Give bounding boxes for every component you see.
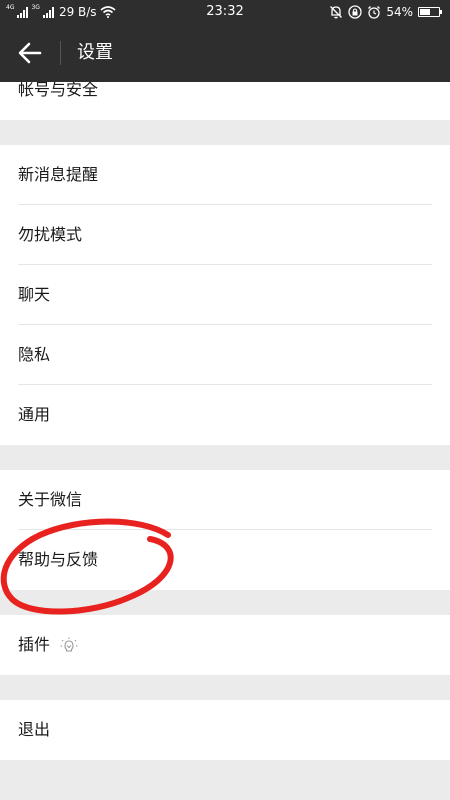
settings-item-label: 通用 (18, 405, 51, 424)
bulb-icon (60, 637, 78, 652)
settings-item-logout[interactable]: 退出 (0, 700, 450, 760)
mute-bell-icon (330, 6, 343, 19)
group-general-settings: 新消息提醒 勿扰模式 聊天 隐私 通用 (0, 145, 450, 445)
group-logout: 退出 (0, 700, 450, 760)
settings-item-label: 退出 (18, 720, 51, 739)
status-bar: 4G 3G 29 B/s 23:32 54% (0, 0, 450, 24)
rotation-lock-icon (348, 5, 362, 19)
settings-item-new-message-notifications[interactable]: 新消息提醒 (0, 145, 450, 205)
alarm-icon (368, 6, 381, 19)
battery-percent: 54% (386, 5, 413, 19)
settings-item-chat[interactable]: 聊天 (0, 265, 450, 325)
settings-item-label: 帮助与反馈 (18, 550, 99, 569)
settings-item-plugins[interactable]: 插件 (0, 615, 450, 675)
arrow-left-icon (18, 42, 42, 64)
settings-item-account-security[interactable]: 帐号与安全 (0, 82, 450, 120)
title-bar: 设置 (0, 24, 450, 82)
back-button[interactable] (8, 33, 52, 73)
settings-item-help-feedback[interactable]: 帮助与反馈 (0, 530, 450, 590)
battery-icon (418, 7, 442, 17)
settings-screen: 4G 3G 29 B/s 23:32 54% 设置 帐号与安全 新消息提醒 勿扰… (0, 0, 450, 800)
battery-fill (420, 9, 430, 15)
settings-item-privacy[interactable]: 隐私 (0, 325, 450, 385)
settings-item-label: 隐私 (18, 345, 51, 364)
settings-item-do-not-disturb[interactable]: 勿扰模式 (0, 205, 450, 265)
settings-item-label: 新消息提醒 (18, 165, 99, 184)
settings-item-label: 关于微信 (18, 490, 83, 509)
settings-item-label: 帐号与安全 (18, 82, 99, 99)
settings-item-about[interactable]: 关于微信 (0, 470, 450, 530)
settings-item-label: 插件 (18, 635, 51, 654)
settings-item-general[interactable]: 通用 (0, 385, 450, 445)
settings-item-label: 聊天 (18, 285, 51, 304)
title-divider (60, 41, 61, 65)
page-title: 设置 (77, 42, 113, 63)
group-plugins: 插件 (0, 615, 450, 675)
group-account: 帐号与安全 (0, 82, 450, 120)
group-about-help: 关于微信 帮助与反馈 (0, 470, 450, 590)
settings-item-label: 勿扰模式 (18, 225, 83, 244)
status-right: 54% (329, 4, 442, 20)
